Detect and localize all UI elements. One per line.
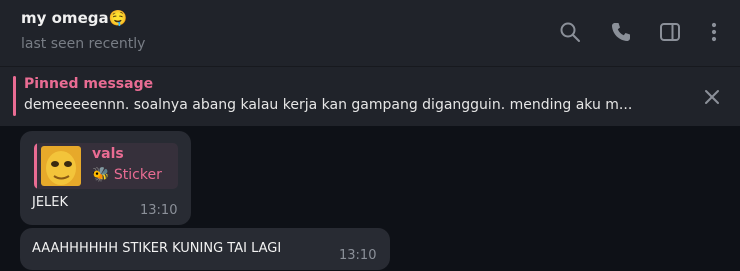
sidebar-toggle-icon[interactable] xyxy=(659,21,681,43)
reply-kind-label: Sticker xyxy=(113,167,162,183)
message-bubble[interactable]: AAAHHHHHH STIKER KUNING TAI LAGI 13:10 xyxy=(20,228,390,270)
chat-title[interactable]: my omega🤤 xyxy=(21,9,127,27)
chat-title-emoji: 🤤 xyxy=(108,9,128,27)
search-icon[interactable] xyxy=(559,21,581,43)
pinned-text: demeeeeennn. soalnya abang kalau kerja k… xyxy=(24,97,633,113)
message-bubble[interactable]: vals 🐝 Sticker JELEK 13:10 xyxy=(20,131,191,225)
message-time: 13:10 xyxy=(339,248,377,263)
reply-preview[interactable]: vals 🐝 Sticker xyxy=(34,143,178,189)
more-vertical-icon[interactable] xyxy=(703,21,725,43)
message-time: 13:10 xyxy=(140,203,178,218)
message-text: JELEK xyxy=(32,195,69,210)
close-icon[interactable] xyxy=(702,87,722,107)
phone-icon[interactable] xyxy=(610,21,632,43)
message-text: AAAHHHHHH STIKER KUNING TAI LAGI xyxy=(32,241,282,256)
reply-accent-bar xyxy=(34,143,37,189)
pinned-label: Pinned message xyxy=(24,76,154,92)
bee-emoji: 🐝 xyxy=(92,167,110,183)
chat-status: last seen recently xyxy=(21,36,146,52)
chat-header: my omega🤤 last seen recently xyxy=(0,0,740,66)
pinned-message-bar[interactable]: Pinned message demeeeeennn. soalnya aban… xyxy=(0,66,740,126)
chat-title-text[interactable]: my omega xyxy=(21,9,109,27)
reply-kind: 🐝 Sticker xyxy=(92,167,162,183)
pinned-accent-bar xyxy=(13,76,16,116)
reply-author: vals xyxy=(92,146,124,162)
sticker-thumbnail xyxy=(41,146,81,186)
